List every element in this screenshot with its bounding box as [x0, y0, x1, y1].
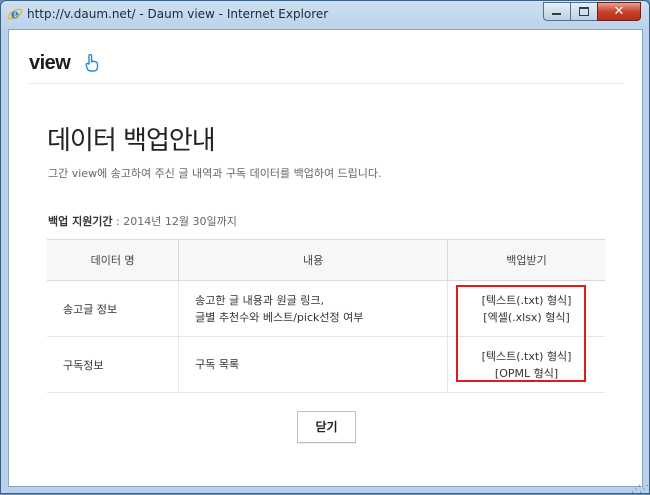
- minimize-icon: [552, 13, 561, 15]
- page-subtitle: 그간 view에 송고하여 주신 글 내역과 구독 데이터를 백업하여 드립니다…: [48, 167, 382, 180]
- row-data-name: 구독정보: [47, 336, 179, 393]
- backup-period: 백업 지원기간 : 2014년 12월 30일까지: [48, 213, 237, 229]
- column-header-backup: 백업받기: [447, 239, 605, 281]
- internet-explorer-icon: e: [7, 8, 23, 23]
- pointing-hand-icon: [85, 54, 99, 72]
- row-content: 구독 목록: [178, 336, 448, 393]
- row-content-line: 구독 목록: [195, 358, 240, 371]
- close-window-button[interactable]: ✕: [597, 2, 641, 21]
- page-content: view 데이터 백업안내 그간 view에 송고하여 주신 글 내역과 구독 …: [8, 29, 643, 487]
- backup-period-label: 백업 지원기간: [48, 215, 113, 228]
- view-logo[interactable]: view: [29, 52, 71, 75]
- header-divider: [29, 83, 623, 84]
- window-title: http://v.daum.net/ - Daum view - Interne…: [27, 7, 329, 21]
- highlight-annotation-box: [456, 285, 586, 382]
- minimize-button[interactable]: [543, 2, 571, 21]
- row-content-line: 송고한 글 내용과 원글 링크,: [195, 293, 324, 307]
- caption-buttons: ✕: [543, 2, 641, 21]
- page-title: 데이터 백업안내: [47, 126, 216, 156]
- column-header-content: 내용: [178, 239, 448, 281]
- maximize-icon: [579, 7, 589, 16]
- table-header-row: 데이터 명 내용 백업받기: [47, 239, 605, 281]
- row-content-line: 글별 추천수와 베스트/pick선정 여부: [195, 310, 364, 324]
- maximize-button[interactable]: [570, 2, 598, 21]
- status-bar: ⋰⋰: [1, 484, 649, 495]
- resize-grip-icon[interactable]: ⋰⋰: [631, 484, 649, 495]
- row-content: 송고한 글 내용과 원글 링크, 글별 추천수와 베스트/pick선정 여부: [178, 280, 448, 337]
- backup-period-value: : 2014년 12월 30일까지: [112, 215, 237, 228]
- title-bar[interactable]: e http://v.daum.net/ - Daum view - Inter…: [1, 1, 649, 29]
- row-data-name: 송고글 정보: [47, 280, 179, 337]
- close-button[interactable]: 닫기: [297, 411, 356, 443]
- column-header-data-name: 데이터 명: [47, 239, 179, 281]
- close-icon: ✕: [613, 4, 625, 19]
- svg-text:e: e: [11, 8, 19, 23]
- browser-window: e http://v.daum.net/ - Daum view - Inter…: [0, 0, 650, 495]
